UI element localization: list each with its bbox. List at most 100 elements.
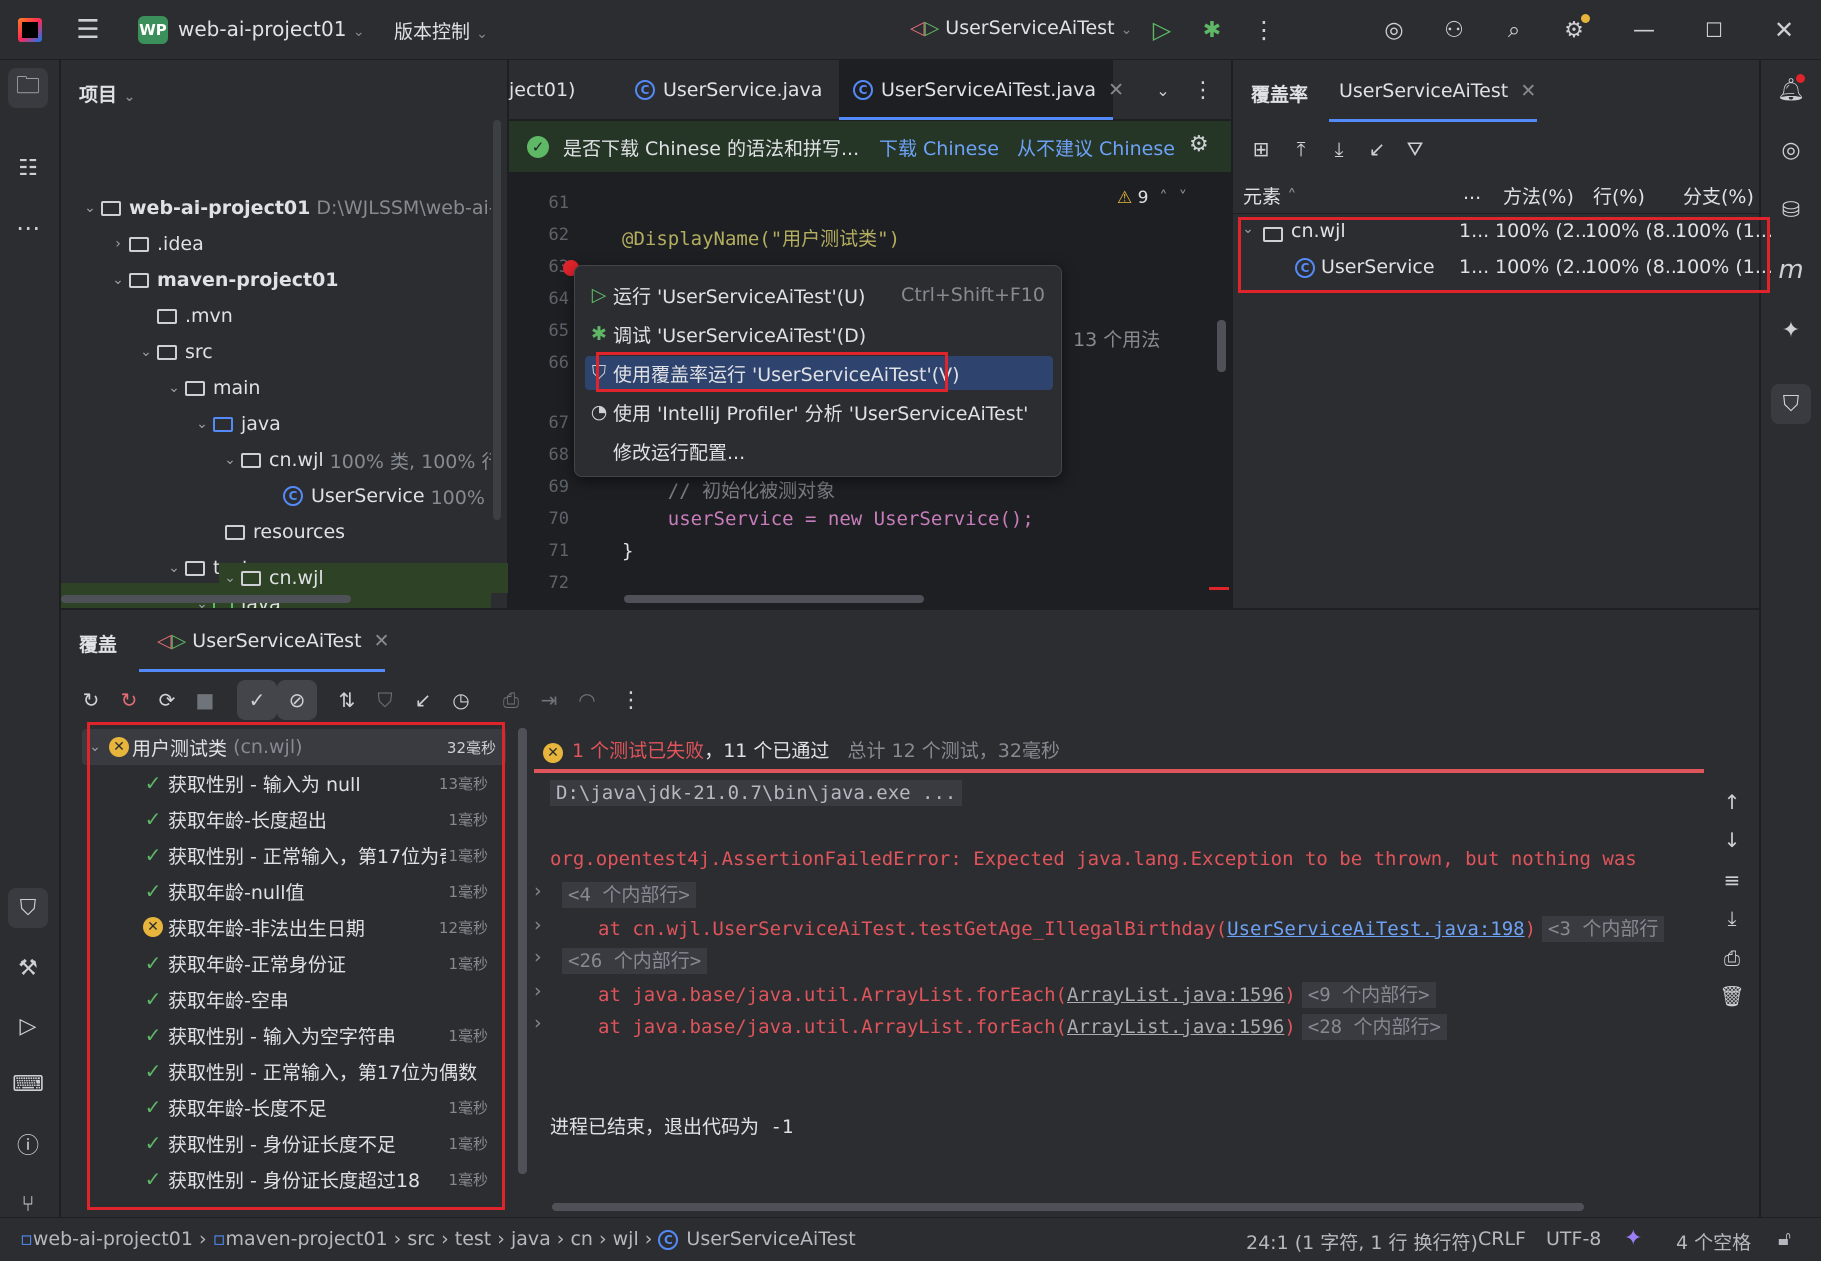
- stop-icon[interactable]: ■: [185, 680, 225, 720]
- console-stack-line[interactable]: at java.base/java.util.ArrayList.forEach…: [598, 1012, 1447, 1040]
- flatten-packages-icon[interactable]: ⊞: [1241, 129, 1281, 169]
- history-icon[interactable]: ◷: [441, 680, 481, 720]
- menu-item-debug[interactable]: ✱ 调试 'UserServiceAiTest'(D): [585, 317, 1053, 351]
- coverage-shield-icon[interactable]: ⛉: [365, 680, 405, 720]
- more-icon[interactable]: ⋮: [611, 680, 651, 720]
- chevron-right-icon[interactable]: ›: [107, 236, 129, 252]
- coverage-shield-icon[interactable]: ⛉: [1771, 384, 1811, 424]
- breadcrumb-item[interactable]: src: [407, 1228, 435, 1250]
- settings-gear-icon[interactable]: ⚙: [1554, 10, 1594, 50]
- tab-userserviceaitest[interactable]: C UserServiceAiTest.java ✕: [839, 60, 1124, 120]
- source-link[interactable]: ArrayList.java:1596: [1067, 1016, 1284, 1038]
- fold-toggle-icon[interactable]: ›: [534, 914, 542, 936]
- services-tool-icon[interactable]: ▷: [8, 1006, 48, 1046]
- add-user-icon[interactable]: ⚇: [1434, 10, 1474, 50]
- indent-setting[interactable]: 4 个空格: [1676, 1228, 1751, 1255]
- file-encoding[interactable]: UTF-8: [1546, 1228, 1601, 1250]
- code-line-62[interactable]: @DisplayName("用户测试类"): [622, 224, 900, 251]
- caret-position[interactable]: 24:1 (1 字符, 1 行 换行符): [1246, 1228, 1478, 1255]
- tree-node-package-test[interactable]: ⌄ cn.wjl: [219, 563, 508, 593]
- col-element[interactable]: 元素 ˄: [1243, 182, 1297, 209]
- scroll-down-icon[interactable]: ↓: [1712, 820, 1752, 860]
- tabs-more-icon[interactable]: ⋮: [1183, 70, 1223, 110]
- breadcrumb-item[interactable]: web-ai-project01: [33, 1228, 193, 1250]
- editor-vertical-scrollbar[interactable]: [1217, 320, 1226, 372]
- fold-toggle-icon[interactable]: ›: [534, 880, 542, 902]
- debug-icon[interactable]: ✱: [1192, 10, 1232, 50]
- screenshot-icon[interactable]: ⎙: [491, 680, 531, 720]
- soft-wrap-icon[interactable]: ≡: [1712, 860, 1752, 900]
- col-branch[interactable]: 分支(%): [1683, 182, 1754, 209]
- console-fold-line[interactable]: <4 个内部行>: [562, 880, 696, 908]
- ai-chat-icon[interactable]: ◎: [1771, 130, 1811, 170]
- notifications-icon[interactable]: 🔔︎: [1771, 70, 1811, 110]
- editor-horizontal-scrollbar[interactable]: [624, 595, 924, 603]
- scroll-up-icon[interactable]: ↑: [1712, 782, 1752, 822]
- scroll-to-end-icon[interactable]: ⤓: [1712, 898, 1752, 938]
- chevron-up-icon[interactable]: ˄: [1159, 188, 1168, 208]
- source-link[interactable]: UserServiceAiTest.java:198: [1227, 918, 1524, 940]
- coverage-tool-icon[interactable]: ⛉: [8, 888, 48, 928]
- tree-node-resources[interactable]: resources: [225, 515, 345, 549]
- col-method[interactable]: 方法(%): [1503, 182, 1574, 209]
- close-tab-icon[interactable]: ✕: [374, 630, 390, 652]
- download-chinese-link[interactable]: 下载 Chinese: [879, 134, 999, 161]
- tree-node-root[interactable]: ⌄web-ai-project01 D:\WJLSSM\web-ai-cod: [79, 191, 491, 225]
- chevron-down-icon[interactable]: ⌄: [219, 452, 241, 468]
- search-icon[interactable]: ⌕: [1494, 10, 1534, 50]
- maven-icon[interactable]: m: [1771, 250, 1811, 290]
- coverage-tab[interactable]: UserServiceAiTest ✕: [1329, 60, 1537, 122]
- inspection-widget[interactable]: ⚠ 9 ˄ ˅: [1117, 188, 1187, 208]
- close-tab-icon[interactable]: ✕: [1520, 80, 1536, 102]
- code-line-69[interactable]: // 初始化被测对象: [622, 476, 835, 503]
- clear-trash-icon[interactable]: 🗑︎: [1712, 976, 1752, 1016]
- fold-toggle-icon[interactable]: ›: [534, 980, 542, 1002]
- project-horizontal-scrollbar[interactable]: [61, 595, 351, 603]
- source-link[interactable]: ArrayList.java:1596: [1067, 984, 1284, 1006]
- ai-status-icon[interactable]: ✦: [1624, 1226, 1642, 1251]
- console-fold-line[interactable]: <26 个内部行>: [562, 946, 708, 974]
- tree-node-src[interactable]: ⌄ src: [135, 335, 213, 369]
- tab-project-file[interactable]: ject01): [509, 67, 575, 113]
- console-stack-line[interactable]: at java.base/java.util.ArrayList.forEach…: [598, 980, 1436, 1008]
- more-actions-icon[interactable]: ⋮: [1244, 10, 1284, 50]
- console-cmd[interactable]: D:\java\jdk-21.0.7\bin\java.exe ...: [550, 780, 963, 806]
- vcs-menu[interactable]: 版本控制 ⌄: [394, 17, 488, 44]
- chevron-down-icon[interactable]: ⌄: [191, 416, 213, 432]
- breadcrumb-item[interactable]: wjl: [613, 1228, 639, 1250]
- col-line[interactable]: 行(%): [1593, 182, 1645, 209]
- code-line-71[interactable]: }: [622, 540, 633, 562]
- menu-item-modify-config[interactable]: 修改运行配置...: [585, 434, 1053, 468]
- navigate-down-icon[interactable]: ⤓: [1319, 129, 1359, 169]
- more-tools-icon[interactable]: ⋯: [8, 208, 48, 248]
- main-menu-icon[interactable]: ☰: [68, 10, 108, 50]
- show-ignored-icon[interactable]: ⊘: [277, 680, 317, 720]
- tab-userservice[interactable]: C UserService.java: [635, 67, 822, 113]
- minimize-icon[interactable]: —: [1624, 10, 1664, 50]
- breadcrumb-item[interactable]: test: [455, 1228, 492, 1250]
- chevron-down-icon[interactable]: ⌄: [107, 272, 129, 288]
- rerun-coverage-icon[interactable]: ↻: [71, 680, 111, 720]
- tabs-dropdown-icon[interactable]: ⌄: [1143, 70, 1183, 110]
- chevron-down-icon[interactable]: ⌄: [163, 380, 185, 396]
- import-icon[interactable]: ↙: [1357, 129, 1397, 169]
- console-error[interactable]: org.opentest4j.AssertionFailedError: Exp…: [550, 848, 1637, 870]
- fold-toggle-icon[interactable]: ›: [534, 1012, 542, 1034]
- structure-tool-icon[interactable]: ☷: [8, 148, 48, 188]
- console-exit[interactable]: 进程已结束，退出代码为 -1: [550, 1112, 793, 1139]
- tree-node-package-main[interactable]: ⌄cn.wjl 100% 类, 100% 行已: [219, 443, 491, 477]
- tree-node-mvn[interactable]: .mvn: [157, 299, 233, 333]
- build-tool-icon[interactable]: ⚒: [8, 948, 48, 988]
- tree-node-idea[interactable]: › .idea: [107, 227, 204, 261]
- close-window-icon[interactable]: ✕: [1764, 10, 1804, 50]
- test-tree-scrollbar[interactable]: [518, 728, 527, 1174]
- navigate-up-icon[interactable]: ⤒: [1281, 129, 1321, 169]
- import-results-icon[interactable]: ↙: [403, 680, 443, 720]
- menu-item-profiler[interactable]: ◔ 使用 'IntelliJ Profiler' 分析 'UserServiceA…: [585, 395, 1053, 429]
- never-suggest-link[interactable]: 从不建议 Chinese: [1017, 134, 1175, 161]
- chevron-down-icon[interactable]: ˅: [1179, 188, 1188, 208]
- database-icon[interactable]: ⛁: [1771, 190, 1811, 230]
- show-passed-icon[interactable]: ✓: [237, 680, 277, 720]
- breadcrumb-item[interactable]: UserServiceAiTest: [686, 1228, 855, 1250]
- export-icon[interactable]: ⇥: [529, 680, 569, 720]
